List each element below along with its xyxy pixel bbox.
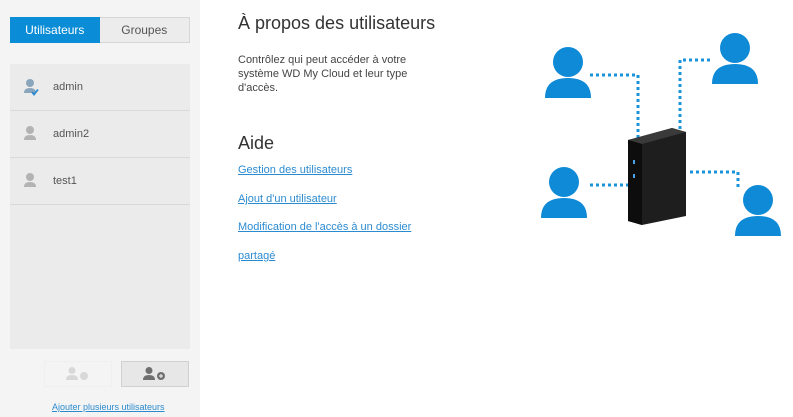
- remove-user-icon: [66, 367, 88, 380]
- person-icon: [545, 47, 591, 98]
- help-title: Aide: [238, 133, 275, 153]
- list-item-user-admin[interactable]: admin: [10, 64, 190, 111]
- user-actions: [44, 361, 189, 387]
- list-item-user-admin2[interactable]: admin2: [10, 111, 190, 158]
- list-item-user-test1[interactable]: test1: [10, 158, 190, 205]
- user-name: test1: [53, 175, 77, 187]
- person-icon: [712, 33, 758, 84]
- user-name: admin2: [53, 128, 90, 140]
- user-list: admin admin2 test1: [10, 64, 190, 349]
- users-illustration: [530, 20, 790, 250]
- tab-bar: Utilisateurs Groupes: [10, 17, 190, 43]
- user-icon: [23, 125, 39, 143]
- users-description: Contrôlez qui peut accéder à votre systè…: [238, 54, 408, 94]
- add-user-icon: [143, 367, 165, 380]
- admin-user-icon: [23, 78, 39, 96]
- page-title: À propos des utilisateurs: [238, 13, 436, 33]
- help-link-modify-share-access-cont[interactable]: partagé: [238, 250, 275, 262]
- add-multiple-users-link[interactable]: Ajouter plusieurs utilisateurs: [52, 402, 165, 412]
- remove-user-button[interactable]: [44, 361, 112, 387]
- tab-groups[interactable]: Groupes: [99, 17, 190, 43]
- person-icon: [735, 185, 781, 236]
- sidebar: Utilisateurs Groupes admin admin2 test1 …: [0, 0, 200, 417]
- add-user-button[interactable]: [121, 361, 189, 387]
- user-name: admin: [53, 81, 83, 93]
- user-icon: [23, 172, 39, 190]
- help-link-add-user[interactable]: Ajout d'un utilisateur: [238, 193, 337, 205]
- help-link-modify-share-access[interactable]: Modification de l'accès à un dossier: [238, 221, 411, 233]
- nas-device-icon: [628, 128, 686, 225]
- help-link-user-management[interactable]: Gestion des utilisateurs: [238, 164, 352, 176]
- tab-users[interactable]: Utilisateurs: [10, 17, 100, 43]
- person-icon: [541, 167, 587, 218]
